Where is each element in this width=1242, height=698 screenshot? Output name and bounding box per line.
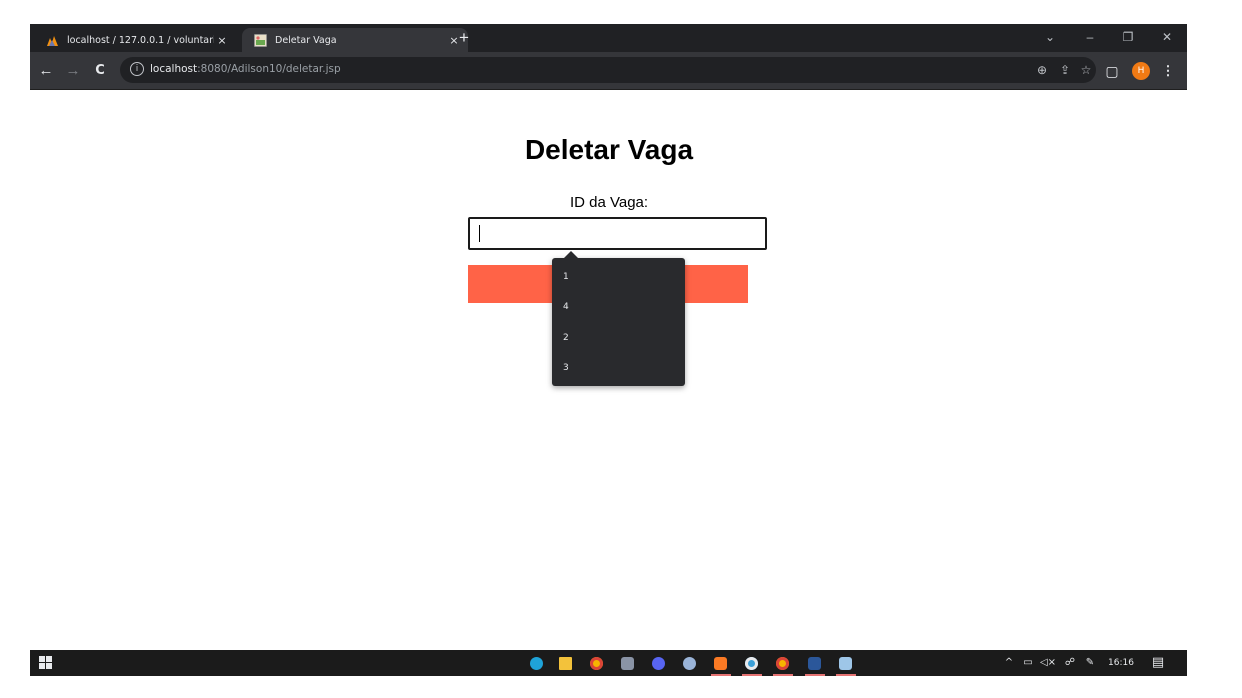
url-host: localhost	[150, 63, 198, 75]
clock[interactable]: 16:16	[1106, 655, 1136, 671]
reload-button[interactable]: C	[90, 61, 110, 81]
volume-muted-icon[interactable]: ◁×	[1038, 655, 1058, 671]
file-explorer-icon[interactable]	[555, 654, 577, 674]
tab-search-icon[interactable]: ⌄	[1030, 24, 1070, 52]
chevron-up-icon[interactable]: ^	[1002, 655, 1016, 671]
side-panel-icon[interactable]: ▢	[1103, 62, 1121, 80]
xampp-icon[interactable]	[710, 654, 732, 676]
pen-icon[interactable]: ✎	[1082, 655, 1098, 671]
bookmark-star-icon[interactable]: ☆	[1078, 62, 1094, 78]
id-vaga-input[interactable]	[468, 217, 767, 250]
browser-tab-strip: localhost / 127.0.0.1 / voluntario × Del…	[30, 24, 1187, 52]
page-title: Deletar Vaga	[524, 134, 694, 165]
notepad-icon[interactable]	[835, 654, 857, 676]
edge-icon[interactable]	[526, 654, 548, 674]
autocomplete-option[interactable]: 1	[552, 262, 685, 292]
steam-icon[interactable]	[679, 654, 701, 674]
page-favicon-icon	[254, 33, 267, 47]
autocomplete-dropdown: 1 4 2 3	[552, 251, 685, 386]
autocomplete-option[interactable]: 2	[552, 323, 685, 353]
windows-taskbar: ^ ▭ ◁× ☍ ✎ 16:16 ▤	[30, 650, 1187, 676]
text-caret	[479, 225, 480, 242]
app-icon-2[interactable]	[741, 654, 763, 676]
autocomplete-option[interactable]: 3	[552, 353, 685, 383]
close-icon[interactable]: ×	[214, 34, 230, 47]
site-info-icon[interactable]: i	[130, 62, 144, 76]
tab-title: Deletar Vaga	[275, 34, 337, 46]
browser-toolbar: ← → C i localhost:8080/Adilson10/deletar…	[30, 52, 1187, 90]
share-icon[interactable]: ⇪	[1057, 62, 1073, 78]
url-text[interactable]: localhost:8080/Adilson10/deletar.jsp	[150, 63, 341, 75]
url-path: :8080/Adilson10/deletar.jsp	[197, 63, 341, 75]
new-tab-button[interactable]: +	[454, 28, 474, 48]
chrome-icon-2[interactable]	[772, 654, 794, 676]
word-icon[interactable]	[804, 654, 826, 676]
close-window-button[interactable]: ✕	[1147, 24, 1187, 52]
discord-icon[interactable]	[648, 654, 670, 674]
minimize-button[interactable]: –	[1070, 24, 1110, 52]
autocomplete-option[interactable]: 4	[552, 292, 685, 322]
address-bar[interactable]: i localhost:8080/Adilson10/deletar.jsp ⊕…	[120, 57, 1096, 83]
profile-avatar[interactable]: H	[1132, 62, 1150, 80]
tab-title: localhost / 127.0.0.1 / voluntario	[67, 34, 214, 46]
app-icon[interactable]	[617, 654, 639, 674]
zoom-icon[interactable]: ⊕	[1034, 62, 1050, 78]
tab-phpmyadmin[interactable]: localhost / 127.0.0.1 / voluntario ×	[34, 28, 236, 52]
tab-deletar-vaga[interactable]: Deletar Vaga ×	[242, 28, 468, 52]
phpmyadmin-icon	[47, 35, 58, 46]
menu-icon[interactable]: ⋮	[1159, 62, 1177, 80]
back-button[interactable]: ←	[36, 61, 56, 81]
battery-icon[interactable]: ▭	[1020, 655, 1036, 671]
restore-button[interactable]: ❐	[1108, 24, 1148, 52]
chrome-icon[interactable]	[586, 654, 608, 674]
id-vaga-label: ID da Vaga:	[569, 194, 649, 211]
forward-button[interactable]: →	[63, 61, 83, 81]
network-icon[interactable]: ☍	[1062, 655, 1078, 671]
notifications-icon[interactable]: ▤	[1149, 655, 1167, 671]
windows-icon[interactable]	[39, 656, 53, 670]
